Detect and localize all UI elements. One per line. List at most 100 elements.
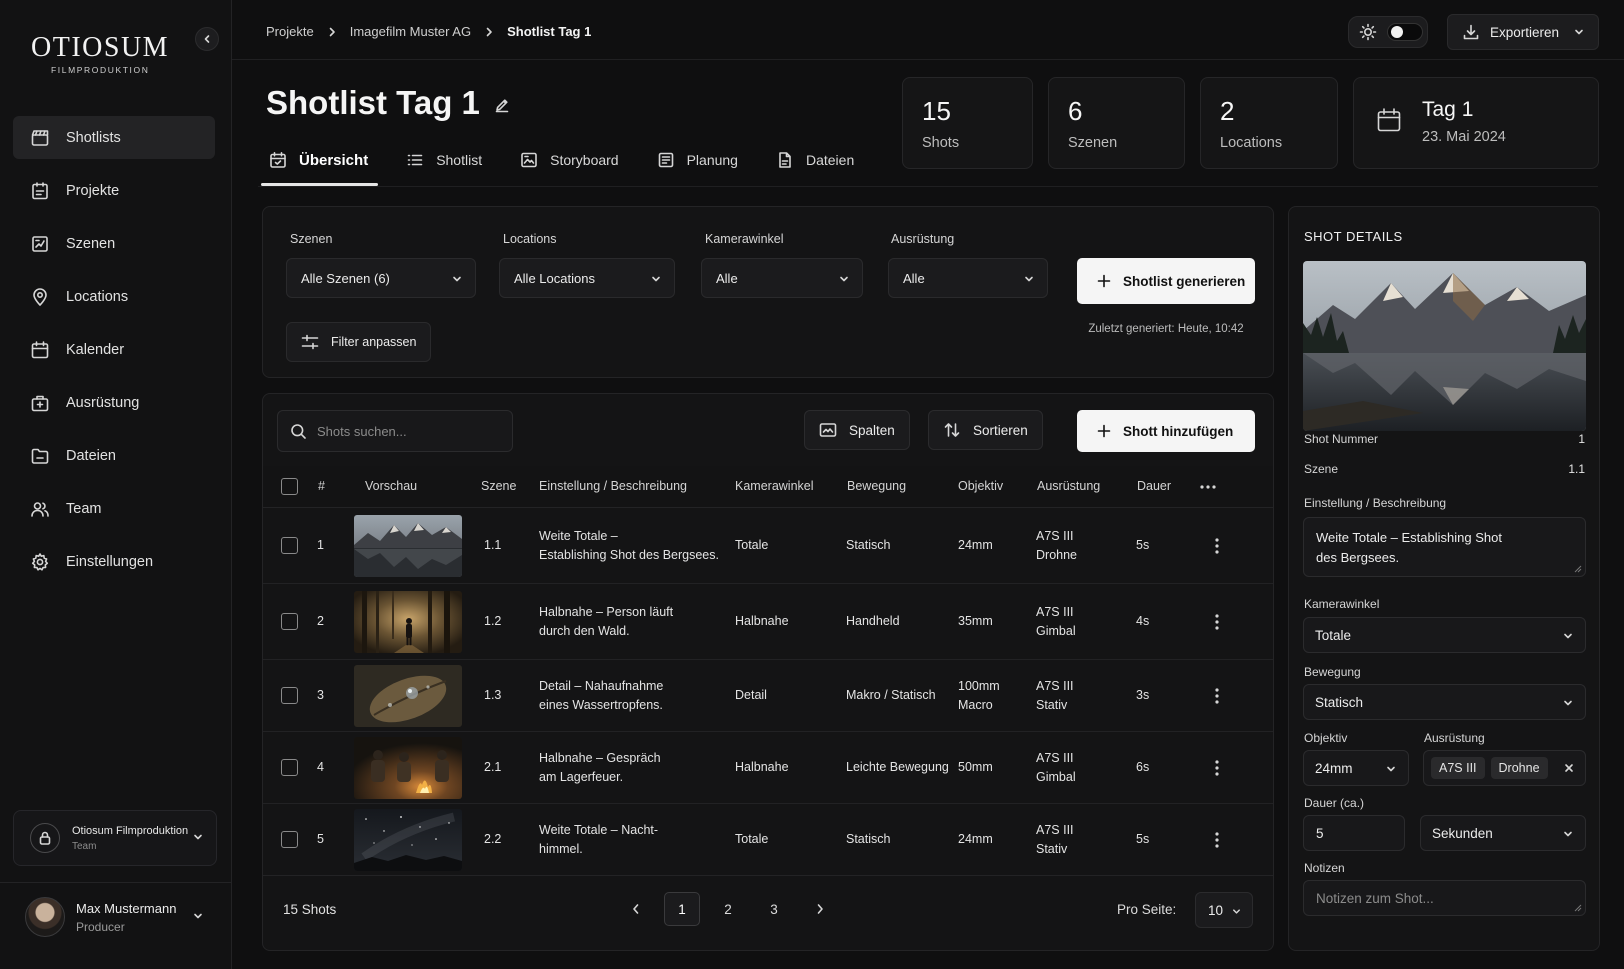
collapse-sidebar-button[interactable] <box>195 27 219 51</box>
tab-storyboard[interactable]: Storyboard <box>512 140 626 180</box>
export-button[interactable]: Exportieren <box>1447 14 1599 50</box>
more-vertical-icon[interactable] <box>1214 759 1220 777</box>
row-checkbox[interactable] <box>281 537 298 554</box>
search-box <box>277 410 513 452</box>
sidebar-item-label: Dateien <box>66 447 116 464</box>
movement-select[interactable]: Statisch <box>1303 684 1586 720</box>
column-header-preview[interactable]: Vorschau <box>365 479 417 493</box>
shot-equipment-line: Stativ <box>1036 698 1068 712</box>
page-button-3[interactable]: 3 <box>756 892 792 926</box>
shot-preview-image[interactable] <box>1303 261 1586 431</box>
more-vertical-icon[interactable] <box>1214 687 1220 705</box>
sidebar-item-dateien[interactable]: Dateien <box>13 434 215 477</box>
campfire-thumbnail[interactable] <box>354 737 462 799</box>
tab-shotlist[interactable]: Shotlist <box>398 140 490 180</box>
select-all-checkbox[interactable] <box>281 478 298 495</box>
shot-number: 3 <box>317 688 324 702</box>
lens-select[interactable]: 24mm <box>1303 750 1409 786</box>
sort-button[interactable]: Sortieren <box>928 410 1043 450</box>
dark-mode-switch[interactable] <box>1387 23 1423 41</box>
row-checkbox[interactable] <box>281 759 298 776</box>
equipment-tag[interactable]: A7S III <box>1431 757 1485 779</box>
columns-button[interactable]: Spalten <box>804 410 910 450</box>
more-horizontal-icon[interactable] <box>1199 484 1217 490</box>
pencil-icon[interactable] <box>494 97 510 113</box>
resize-handle-icon[interactable] <box>1574 565 1582 573</box>
theme-toggle[interactable] <box>1348 16 1428 48</box>
column-header-duration[interactable]: Dauer <box>1137 479 1171 493</box>
tab-dateien[interactable]: Dateien <box>768 140 862 180</box>
page-button-1[interactable]: 1 <box>664 892 700 926</box>
camera-angle-select[interactable]: Alle <box>701 258 863 298</box>
breadcrumb-item[interactable]: Imagefilm Muster AG <box>350 24 471 39</box>
brand-logo[interactable]: OTIOSUM FILMPRODUKTION <box>31 34 169 76</box>
sidebar-item-einstellungen[interactable]: Einstellungen <box>13 540 215 583</box>
shot-description: Detail – Nahaufnahme eines Wassertropfen… <box>539 677 663 715</box>
more-vertical-icon[interactable] <box>1214 613 1220 631</box>
adjust-filters-button[interactable]: Filter anpassen <box>286 322 431 362</box>
table-row[interactable]: 4 2.1 Halbnahe – Gespräch am Lagerfeuer.… <box>263 732 1273 804</box>
column-header-lens[interactable]: Objektiv <box>958 479 1003 493</box>
sidebar-item-team[interactable]: Team <box>13 487 215 530</box>
row-checkbox[interactable] <box>281 831 298 848</box>
organization-switcher[interactable]: Otiosum Filmproduktion Team <box>13 810 217 866</box>
column-header-equipment[interactable]: Ausrüstung <box>1037 479 1100 493</box>
resize-handle-icon[interactable] <box>1574 904 1582 912</box>
tab-uebersicht[interactable]: Übersicht <box>261 140 379 186</box>
equipment-tag[interactable]: Drohne <box>1490 757 1548 779</box>
sidebar-item-projekte[interactable]: Projekte <box>13 169 215 212</box>
description-textarea[interactable]: Weite Totale – Establishing Shot des Ber… <box>1303 517 1586 577</box>
locations-select[interactable]: Alle Locations <box>499 258 675 298</box>
camera-angle-select[interactable]: Totale <box>1303 617 1586 653</box>
chevron-left-icon <box>633 904 639 914</box>
more-vertical-icon[interactable] <box>1214 831 1220 849</box>
select-value: Statisch <box>1315 694 1364 710</box>
row-checkbox[interactable] <box>281 687 298 704</box>
add-shot-button[interactable]: Shott hinzufügen <box>1077 410 1255 452</box>
forest-walk-thumbnail[interactable] <box>354 591 462 653</box>
more-vertical-icon[interactable] <box>1214 537 1220 555</box>
table-row[interactable]: 2 1.2 Halbnahe – Person läuft durch den … <box>263 584 1273 660</box>
previous-page-button[interactable] <box>618 892 654 926</box>
column-header-number[interactable]: # <box>318 479 325 493</box>
generate-shotlist-button[interactable]: Shotlist generieren <box>1077 258 1255 304</box>
duration-input[interactable]: 5 <box>1303 815 1405 851</box>
sidebar-item-ausruestung[interactable]: Ausrüstung <box>13 381 215 424</box>
notes-textarea[interactable]: Notizen zum Shot... <box>1303 880 1586 916</box>
per-page-select[interactable]: 10 <box>1195 892 1253 928</box>
night-sky-thumbnail[interactable] <box>354 809 462 871</box>
sidebar-item-kalender[interactable]: Kalender <box>13 328 215 371</box>
search-input[interactable] <box>317 423 497 439</box>
sidebar-item-szenen[interactable]: Szenen <box>13 222 215 265</box>
sidebar-item-shotlists[interactable]: Shotlists <box>13 116 215 159</box>
equipment-select[interactable]: Alle <box>888 258 1048 298</box>
water-drop-thumbnail[interactable] <box>354 665 462 727</box>
table-row[interactable]: 5 2.2 Weite Totale – Nacht- himmel. Tota… <box>263 804 1273 876</box>
shot-lens-line: 100mm <box>958 679 1000 693</box>
duration-unit-select[interactable]: Sekunden <box>1420 815 1586 851</box>
sidebar-item-label: Shotlists <box>66 129 121 146</box>
shot-scene: 2.2 <box>484 832 502 846</box>
column-header-description[interactable]: Einstellung / Beschreibung <box>539 479 687 493</box>
tab-planung[interactable]: Planung <box>649 140 746 180</box>
shot-description-line: durch den Wald. <box>539 624 630 638</box>
next-page-button[interactable] <box>802 892 838 926</box>
shot-equipment-line: A7S III <box>1036 823 1074 837</box>
page-button-2[interactable]: 2 <box>710 892 746 926</box>
mountain-lake-thumbnail[interactable] <box>354 515 462 577</box>
column-header-scene[interactable]: Szene <box>481 479 516 493</box>
column-header-camera-angle[interactable]: Kamerawinkel <box>735 479 814 493</box>
breadcrumb-item[interactable]: Projekte <box>266 24 314 39</box>
column-header-movement[interactable]: Bewegung <box>847 479 906 493</box>
chevron-down-icon[interactable] <box>192 910 204 922</box>
user-name: Max Mustermann <box>76 900 177 916</box>
equipment-tag-input[interactable]: A7S III Drohne <box>1423 750 1586 786</box>
notes-label: Notizen <box>1304 861 1345 875</box>
table-row[interactable]: 1 1.1 Weite Totale – Establishing Shot d… <box>263 508 1273 584</box>
table-row[interactable]: 3 1.3 Detail – Nahaufnahme eines Wassert… <box>263 660 1273 732</box>
scenes-select[interactable]: Alle Szenen (6) <box>286 258 476 298</box>
row-checkbox[interactable] <box>281 613 298 630</box>
close-icon[interactable] <box>1563 762 1575 774</box>
user-menu[interactable]: Max Mustermann Producer <box>25 897 176 937</box>
sidebar-item-locations[interactable]: Locations <box>13 275 215 318</box>
